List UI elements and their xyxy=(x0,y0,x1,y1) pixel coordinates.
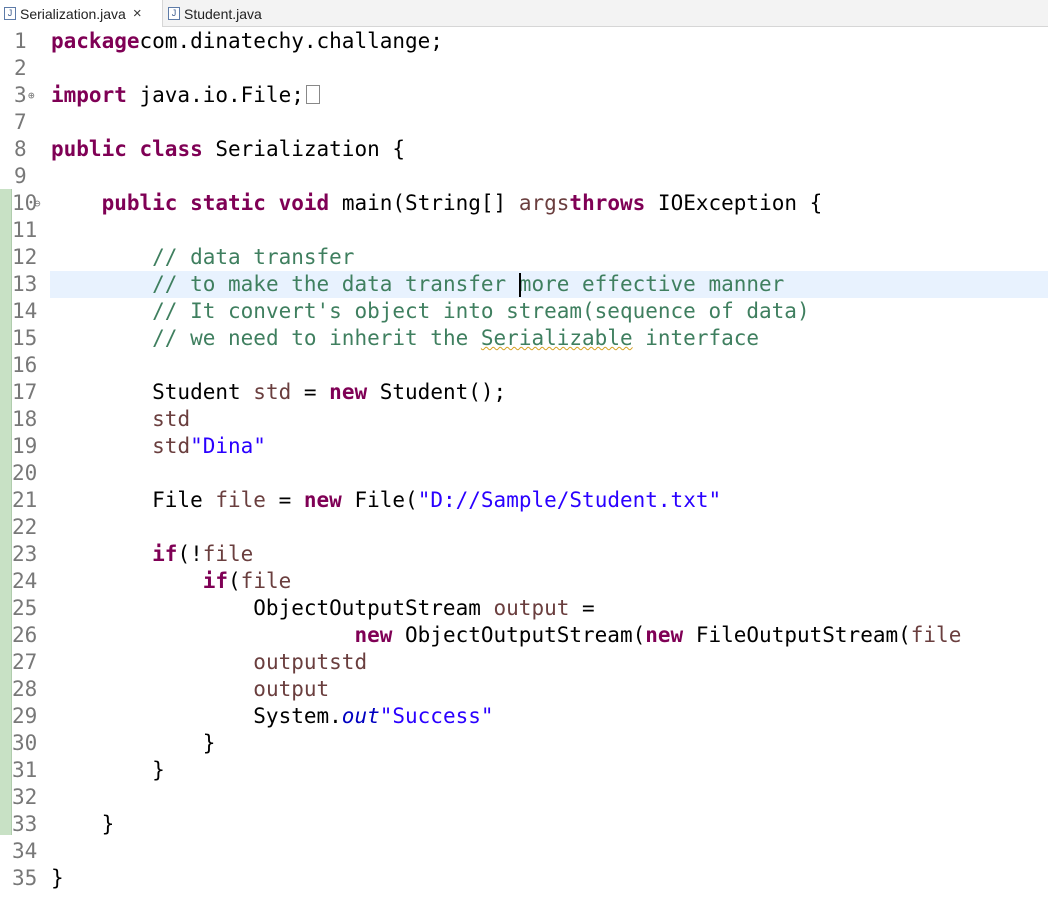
code-line[interactable]: } xyxy=(51,811,115,838)
code-line[interactable]: ObjectOutputStream output = xyxy=(51,595,594,622)
tab-label: Serialization.java xyxy=(20,5,126,22)
tab-serialization-java[interactable]: J Serialization.java × xyxy=(0,0,163,27)
tab-student-java[interactable]: J Student.java xyxy=(164,0,274,27)
line-number: 1 xyxy=(14,29,27,53)
line-number: 2 xyxy=(14,56,27,80)
java-file-icon: J xyxy=(168,7,180,20)
line-number: 8 xyxy=(14,137,27,161)
code-line[interactable]: // It convert's object into stream(seque… xyxy=(51,298,809,325)
line-number: 15 xyxy=(12,326,38,350)
code-line[interactable]: // we need to inherit the Serializable i… xyxy=(51,325,759,352)
code-line[interactable]: std xyxy=(51,406,190,433)
change-ruler xyxy=(0,189,12,835)
code-line[interactable]: } xyxy=(51,730,216,757)
code-line[interactable]: public static void main(String[] argsthr… xyxy=(51,190,823,217)
line-number: 11 xyxy=(12,218,38,242)
code-line[interactable]: File file = new File("D://Sample/Student… xyxy=(51,487,721,514)
line-number: 21 xyxy=(12,488,38,512)
collapsed-imports-marker[interactable] xyxy=(305,84,320,104)
editor-tab-bar: J Serialization.java × J Student.java xyxy=(0,0,1048,27)
expand-fold-icon[interactable]: ⊕ xyxy=(28,82,35,109)
line-number: 24 xyxy=(12,569,38,593)
code-line[interactable]: output xyxy=(51,676,329,703)
code-line[interactable]: } xyxy=(51,865,64,892)
line-number: 30 xyxy=(12,731,38,755)
line-number: 14 xyxy=(12,299,38,323)
text-caret xyxy=(519,273,521,297)
line-number: 16 xyxy=(12,353,38,377)
code-line[interactable]: packagecom.dinatechy.challange; xyxy=(51,28,443,55)
line-number: 22 xyxy=(12,515,38,539)
code-line[interactable]: std"Dina" xyxy=(51,433,266,460)
line-number: 7 xyxy=(14,110,27,134)
code-line[interactable]: outputstd xyxy=(51,649,367,676)
code-line[interactable]: import java.io.File; xyxy=(51,82,320,109)
line-number: 12 xyxy=(12,245,38,269)
line-number: 31 xyxy=(12,758,38,782)
code-line[interactable]: new ObjectOutputStream(new FileOutputStr… xyxy=(51,622,961,649)
code-line[interactable]: if(!file xyxy=(51,541,253,568)
line-number: 28 xyxy=(12,677,38,701)
line-number: 32 xyxy=(12,785,38,809)
code-line[interactable]: // to make the data transfer more effect… xyxy=(51,271,784,298)
code-line[interactable]: } xyxy=(51,757,165,784)
line-number: 25 xyxy=(12,596,38,620)
line-number: 19 xyxy=(12,434,38,458)
collapse-fold-icon[interactable]: ⊖ xyxy=(34,190,41,217)
line-number: 13 xyxy=(12,272,38,296)
code-line[interactable]: System.out"Success" xyxy=(51,703,493,730)
tab-label: Student.java xyxy=(184,5,262,22)
line-number: 33 xyxy=(12,812,38,836)
line-number: 23 xyxy=(12,542,38,566)
line-number: 17 xyxy=(12,380,38,404)
line-number: 9 xyxy=(14,164,27,188)
line-number: 26 xyxy=(12,623,38,647)
line-number: 18 xyxy=(12,407,38,431)
code-line[interactable]: // data transfer xyxy=(51,244,354,271)
line-number: 27 xyxy=(12,650,38,674)
code-line[interactable]: if(file xyxy=(51,568,292,595)
line-number: 29 xyxy=(12,704,38,728)
close-icon[interactable]: × xyxy=(133,5,142,22)
code-line[interactable]: Student std = new Student(); xyxy=(51,379,506,406)
code-line[interactable]: public class Serialization { xyxy=(51,136,405,163)
java-file-icon: J xyxy=(4,7,16,20)
line-number: 20 xyxy=(12,461,38,485)
line-number: 34 xyxy=(12,839,38,863)
line-number: 35 xyxy=(12,866,38,890)
